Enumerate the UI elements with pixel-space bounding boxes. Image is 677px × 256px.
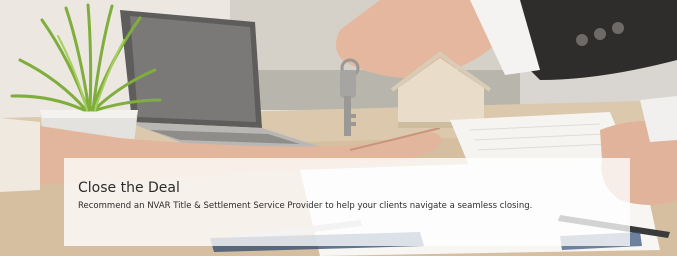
banner-title: Close the Deal [78,180,180,196]
hero-banner: Close the Deal Recommend an NVAR Title &… [0,0,677,256]
banner-description: Recommend an NVAR Title & Settlement Ser… [78,201,533,211]
